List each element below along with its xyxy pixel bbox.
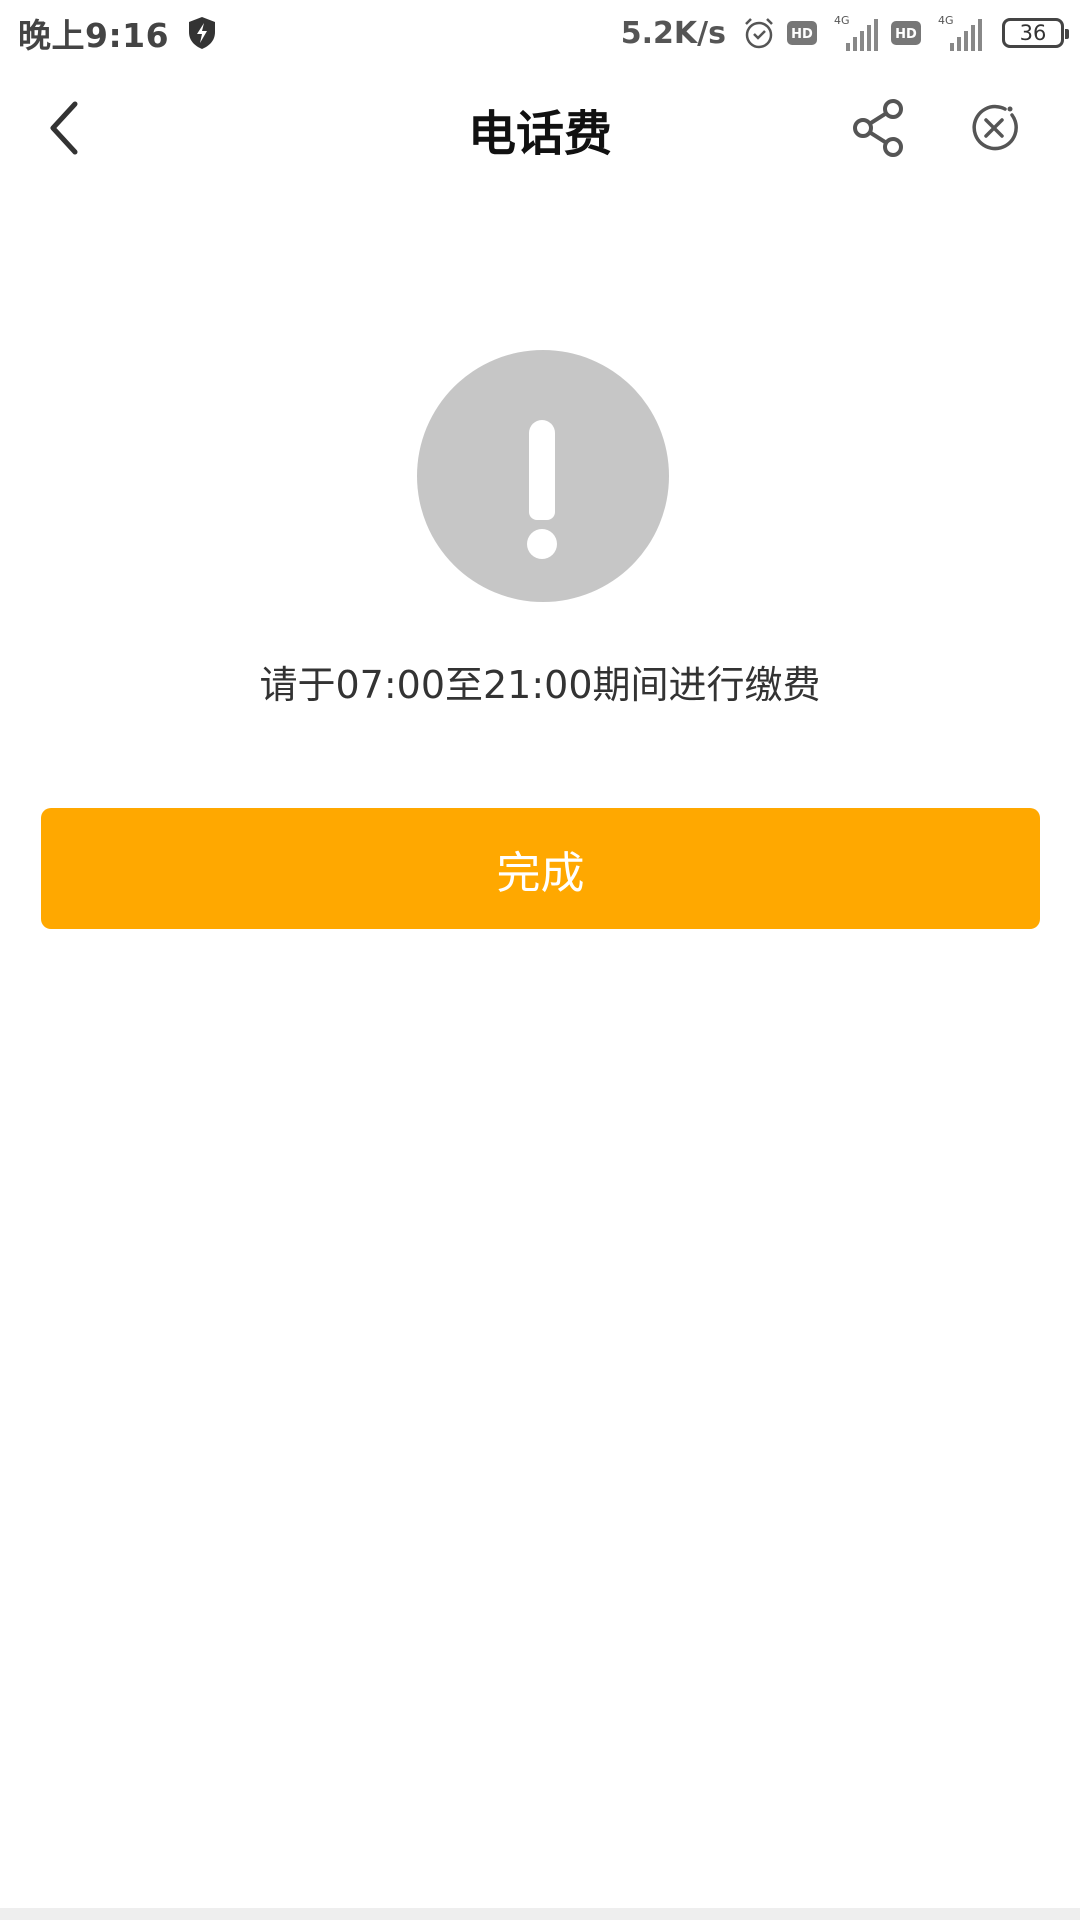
status-bar-left: 晚上9:16 (18, 9, 217, 57)
screen: 晚上9:16 5.2K/s HD 4G HD 4G 36 电话费 请于07:00… (0, 0, 1080, 1920)
done-button[interactable]: 完成 (41, 808, 1040, 929)
network-speed: 5.2K/s (620, 15, 726, 51)
exclamation-bar (529, 420, 555, 520)
hd-icon: HD (787, 21, 817, 45)
hd-icon: HD (891, 21, 921, 45)
close-circle-icon (972, 104, 1018, 151)
status-bar: 晚上9:16 5.2K/s HD 4G HD 4G 36 (0, 0, 1080, 66)
share-icon (853, 99, 903, 157)
signal-icon: 4G (834, 14, 878, 51)
bottom-divider (0, 1908, 1080, 1920)
exclamation-dot (527, 529, 557, 559)
close-button[interactable] (962, 96, 1026, 160)
nav-bar: 电话费 (0, 66, 1080, 190)
signal-icon: 4G (938, 14, 982, 51)
shield-bolt-icon (189, 17, 216, 49)
alarm-icon (745, 18, 773, 49)
notice-message: 请于07:00至21:00期间进行缴费 (259, 663, 821, 707)
battery-icon: 36 (1002, 18, 1069, 48)
page-title: 电话费 (467, 106, 612, 162)
share-button[interactable] (846, 96, 910, 160)
svg-text:4G: 4G (834, 14, 850, 27)
svg-text:HD: HD (895, 27, 917, 42)
exclamation-circle-icon (417, 350, 669, 602)
svg-text:4G: 4G (938, 14, 954, 27)
battery-level: 36 (1019, 21, 1047, 45)
status-time: 晚上9:16 (18, 16, 170, 55)
svg-text:HD: HD (791, 27, 813, 42)
status-bar-right: 5.2K/s HD 4G HD 4G 36 (620, 13, 1069, 53)
